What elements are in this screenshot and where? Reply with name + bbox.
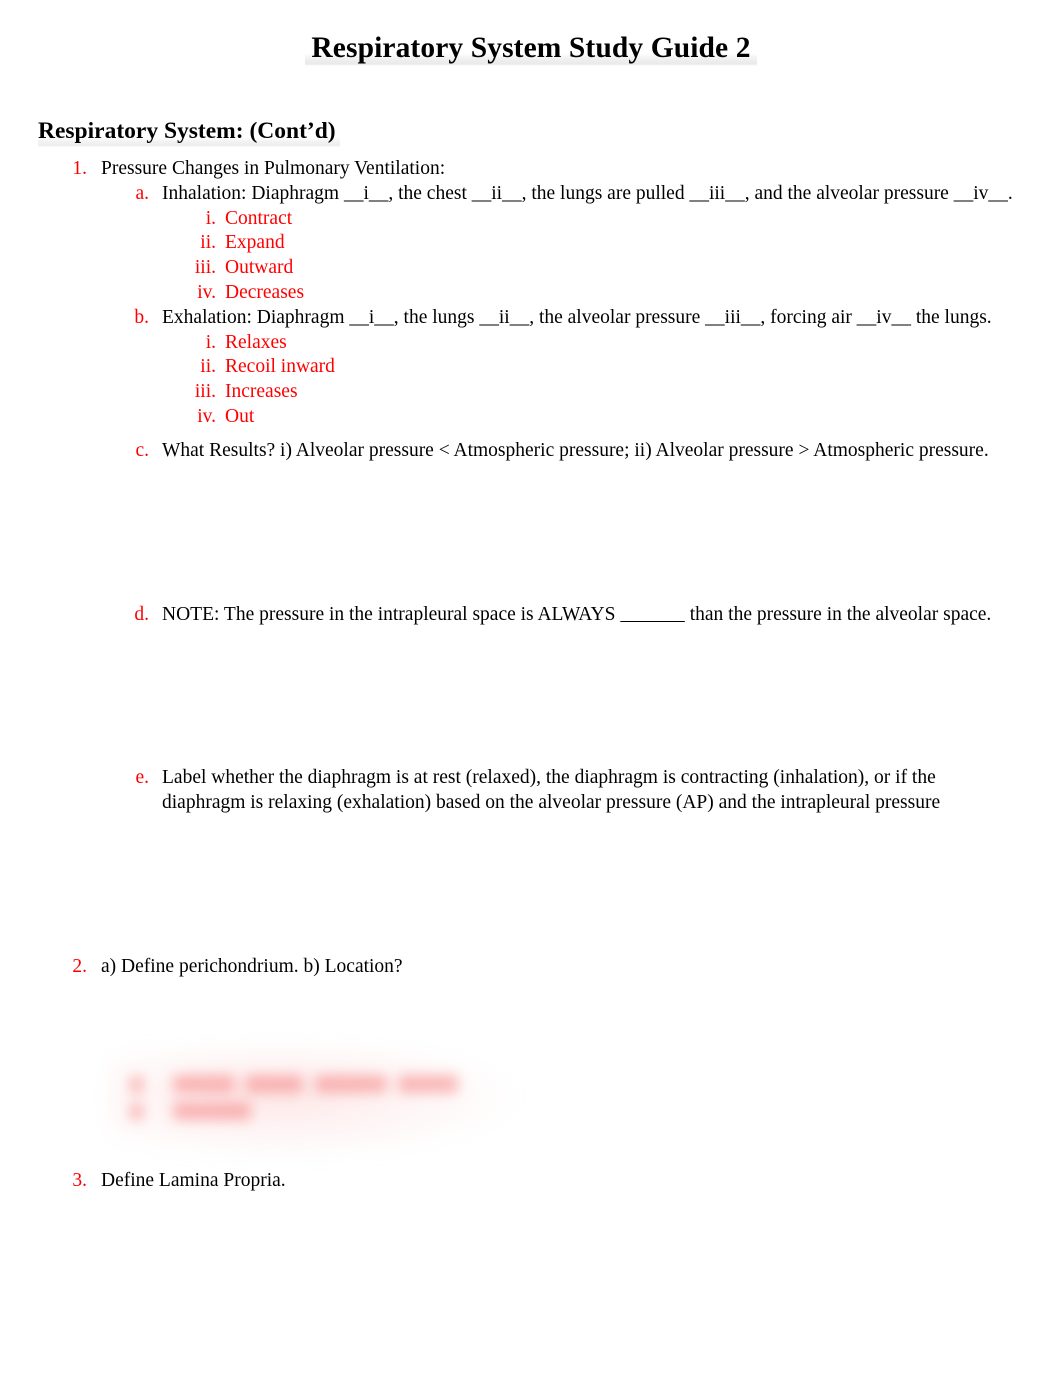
list-item-2-text: a) Define perichondrium. b) Location? <box>101 955 403 977</box>
list-item-1e: e. Label whether the diaphragm is at res… <box>135 766 1024 816</box>
list-item-1d-text-after-blank: than the pressure in the alveolar space. <box>684 603 992 625</box>
list-marker-2: 2. <box>72 955 87 977</box>
list-marker-1a: a. <box>135 182 149 204</box>
list-item-1c: c. What Results? i) Alveolar pressure < … <box>135 439 1024 464</box>
list-item-1a-text: Inhalation: Diaphragm __i__, the chest _… <box>162 182 1013 204</box>
page-title-container: Respiratory System Study Guide 2 <box>0 32 1062 66</box>
list-item-1b: b. Exhalation: Diaphragm __i__, the lung… <box>134 306 1024 331</box>
fill-in-blank-1d[interactable] <box>620 604 685 625</box>
list-marker-1a-i: i. <box>205 207 216 229</box>
answer-gap-after-2 <box>0 980 1 1169</box>
outline-list: 1. Pressure Changes in Pulmonary Ventila… <box>0 157 1062 1194</box>
list-marker-1b-i: i. <box>205 331 216 353</box>
list-item-1c-text: What Results? i) Alveolar pressure < Atm… <box>162 439 989 461</box>
list-item-1a-ii: ii. Expand <box>200 231 1022 256</box>
list-item-1a-iii: iii. Outward <box>195 256 1022 281</box>
list-item-3-text: Define Lamina Propria. <box>101 1169 286 1191</box>
list-item-1b-i: i. Relaxes <box>206 331 1022 356</box>
list-marker-1b: b. <box>134 306 149 328</box>
list-marker-1e: e. <box>135 767 149 789</box>
list-item-2: 2. a) Define perichondrium. b) Location? <box>72 955 1022 980</box>
list-marker-1c: c. <box>135 439 149 461</box>
list-marker-1b-iv: iv. <box>197 405 216 427</box>
list-item-1a-iv-text: Decreases <box>225 281 305 303</box>
list-item-1b-ii-text: Recoil inward <box>225 356 335 378</box>
answer-gap-after-1d <box>0 627 1 766</box>
list-item-1a-iii-text: Outward <box>225 257 294 279</box>
list-marker-1b-iii: iii. <box>194 381 216 403</box>
list-item-1b-text: Exhalation: Diaphragm __i__, the lungs _… <box>162 306 992 328</box>
list-item-1b-i-text: Relaxes <box>225 331 287 353</box>
list-marker-1a-iii: iii. <box>194 257 216 279</box>
list-item-1a: a. Inhalation: Diaphragm __i__, the ches… <box>135 182 1024 207</box>
list-item-1b-iv: iv. Out <box>197 405 1022 430</box>
list-item-1b-iv-text: Out <box>225 405 255 427</box>
page-title: Respiratory System Study Guide 2 <box>305 32 757 66</box>
list-item-1a-ii-text: Expand <box>225 232 285 254</box>
list-item-1b-iii: iii. Increases <box>195 380 1022 405</box>
list-item-1d: d. NOTE: The pressure in the intrapleura… <box>134 603 1024 628</box>
list-marker-1a-iv: iv. <box>197 281 216 303</box>
list-item-1b-ii: ii. Recoil inward <box>200 355 1022 380</box>
list-item-1a-i: i. Contract <box>206 207 1022 232</box>
list-marker-1d: d. <box>134 603 149 625</box>
list-item-1a-iv: iv. Decreases <box>197 281 1022 306</box>
list-item-1d-text: NOTE: The pressure in the intrapleural s… <box>162 603 1024 628</box>
list-marker-1b-ii: ii. <box>200 356 216 378</box>
list-item-1a-i-text: Contract <box>225 207 293 229</box>
list-item-1-text: Pressure Changes in Pulmonary Ventilatio… <box>101 158 446 179</box>
answer-gap-after-1e <box>0 816 1 955</box>
list-item-1b-iii-text: Increases <box>225 381 298 403</box>
list-item-3: 3. Define Lamina Propria. <box>72 1169 1022 1194</box>
list-marker-1a-ii: ii. <box>200 232 216 254</box>
list-item-1: 1. Pressure Changes in Pulmonary Ventila… <box>72 157 1022 182</box>
document-page: Respiratory System Study Guide 2 Respira… <box>0 0 1062 1377</box>
list-marker-1: 1. <box>72 158 87 179</box>
list-item-1d-text-before-blank: NOTE: The pressure in the intrapleural s… <box>162 603 621 625</box>
section-heading: Respiratory System: (Cont’d) <box>38 117 340 148</box>
list-item-1e-text: Label whether the diaphragm is at rest (… <box>162 767 941 814</box>
answer-gap-after-1c <box>0 464 1 603</box>
list-marker-3: 3. <box>72 1169 87 1191</box>
